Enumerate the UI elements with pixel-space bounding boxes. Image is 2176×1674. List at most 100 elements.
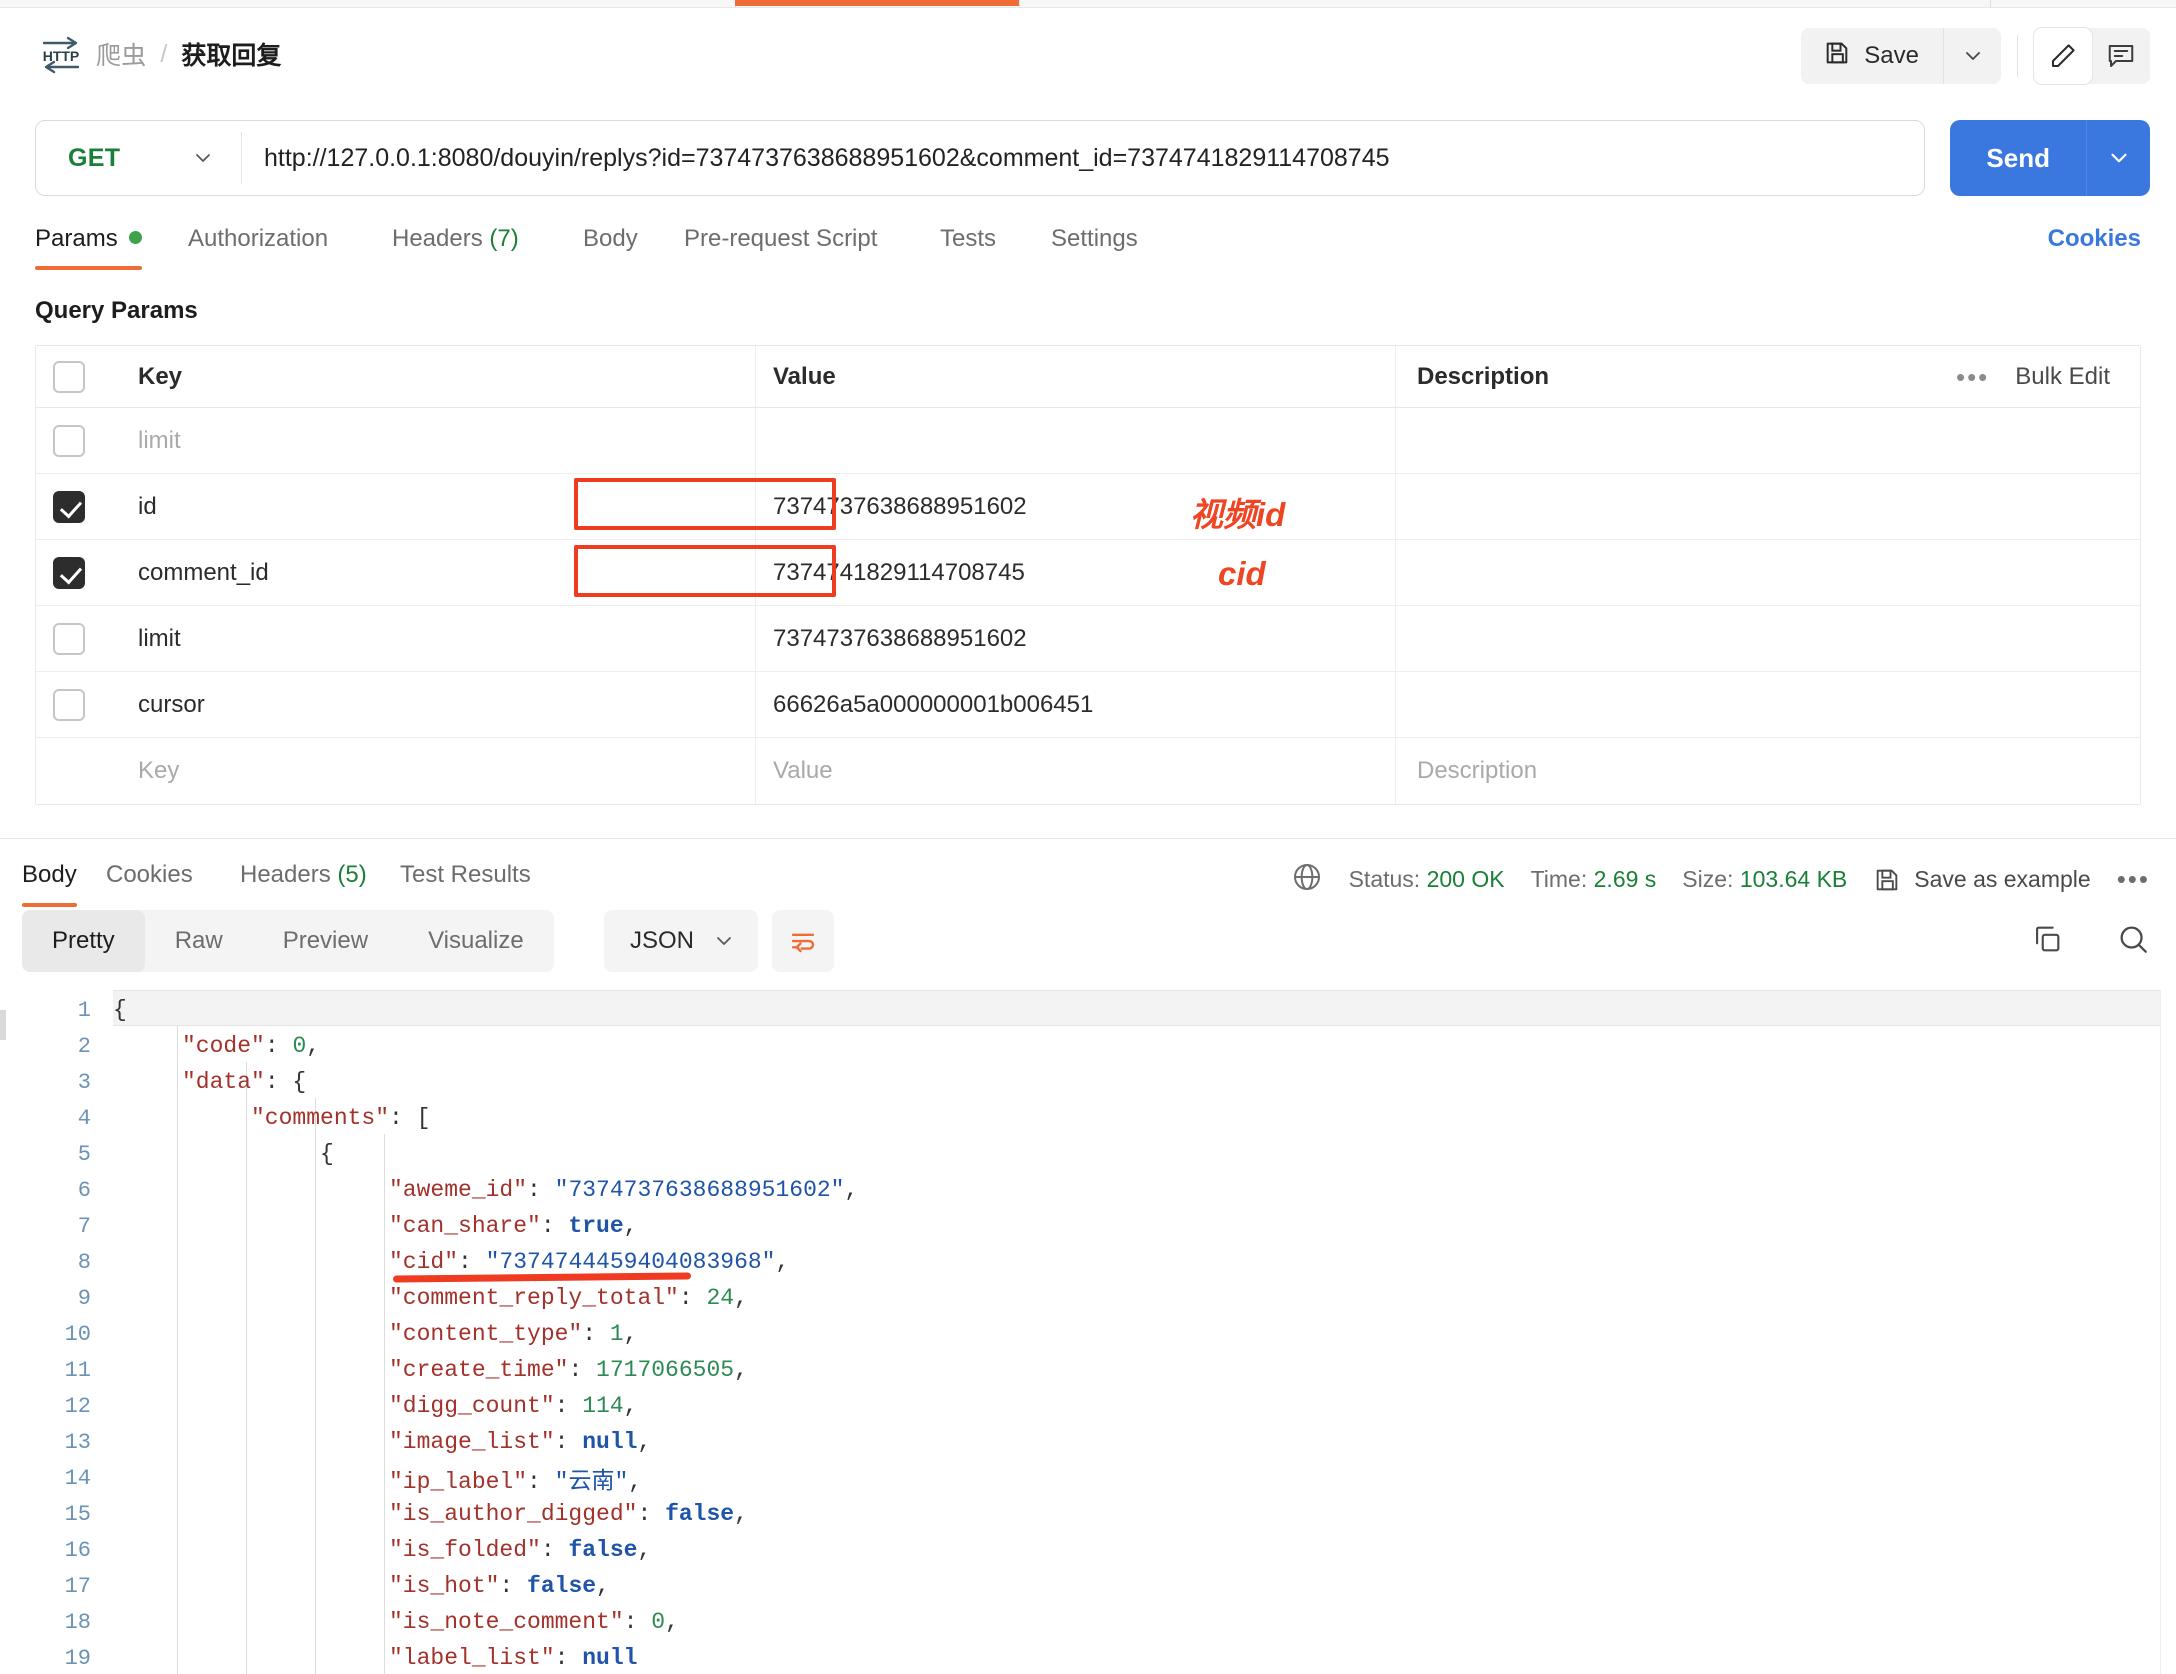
save-dropdown-button[interactable]: [1943, 28, 2001, 84]
row-checkbox[interactable]: [53, 688, 85, 721]
response-tab-active-underline: [22, 903, 77, 907]
tab-body[interactable]: Body: [583, 225, 638, 253]
response-more-options-icon[interactable]: •••: [2117, 864, 2150, 895]
code-scrollbar[interactable]: [2160, 990, 2176, 1674]
code-text: {: [113, 997, 127, 1023]
view-mode-raw[interactable]: Raw: [145, 910, 253, 972]
send-dropdown-button[interactable]: [2086, 120, 2150, 196]
tab-body-label: Body: [583, 225, 638, 252]
cookies-link[interactable]: Cookies: [2048, 225, 2141, 253]
url-input[interactable]: http://127.0.0.1:8080/douyin/replys?id=7…: [242, 121, 1924, 195]
response-tab-headers-count: (5): [337, 861, 367, 888]
param-key[interactable]: id: [102, 493, 755, 521]
tab-pre-request-script-label: Pre-request Script: [684, 225, 878, 252]
tab-headers-count: (7): [489, 225, 519, 252]
code-line: 4 "comments": [: [0, 1100, 2176, 1136]
breadcrumb-parent[interactable]: 爬虫: [96, 36, 146, 72]
line-number: 10: [64, 1321, 91, 1347]
bulk-edit-button[interactable]: Bulk Edit: [2015, 363, 2110, 391]
view-mode-segment: Pretty Raw Preview Visualize: [22, 910, 554, 972]
code-text: "comments": [: [251, 1105, 431, 1131]
edit-request-button[interactable]: [2034, 28, 2092, 84]
param-description[interactable]: [1395, 606, 2140, 671]
param-key[interactable]: limit: [102, 625, 755, 653]
view-mode-visualize[interactable]: Visualize: [398, 910, 554, 972]
method-label: GET: [68, 143, 121, 172]
header-actions: Save: [1801, 28, 2150, 84]
tab-active-underline: [35, 266, 142, 270]
row-checkbox[interactable]: [53, 622, 85, 655]
param-description[interactable]: [1395, 408, 2140, 473]
param-key[interactable]: limit: [102, 427, 755, 455]
format-selector[interactable]: JSON: [604, 910, 759, 972]
active-tab-indicator: [735, 0, 1019, 6]
tab-seam: [1019, 0, 1020, 8]
comments-button[interactable]: [2092, 28, 2150, 84]
tab-params[interactable]: Params: [35, 225, 142, 270]
view-mode-preview[interactable]: Preview: [253, 910, 398, 972]
header-icon-group: [2034, 28, 2150, 84]
select-all-checkbox[interactable]: [53, 360, 85, 393]
table-row: comment_id 7374741829114708745: [36, 540, 2140, 606]
code-text: "is_note_comment": 0,: [389, 1609, 679, 1635]
param-description[interactable]: [1395, 474, 2140, 539]
column-value: Value: [755, 346, 1395, 407]
query-params-table: Key Value Description ••• Bulk Edit limi…: [35, 345, 2141, 805]
send-button[interactable]: Send: [1950, 120, 2086, 196]
tab-headers[interactable]: Headers (7): [392, 225, 519, 253]
row-checkbox[interactable]: [53, 424, 85, 457]
response-body-code[interactable]: 1{2 "code": 0, 3 "data": {4 "comments": [5{6…: [0, 990, 2176, 1674]
param-description-placeholder[interactable]: Description: [1395, 738, 2140, 804]
view-mode-pretty[interactable]: Pretty: [22, 910, 145, 972]
annotation-video-id: 视频id: [1190, 496, 1286, 533]
line-number: 19: [64, 1645, 91, 1671]
word-wrap-button[interactable]: [772, 910, 834, 972]
tab-authorization[interactable]: Authorization: [188, 225, 328, 253]
url-bar: GET http://127.0.0.1:8080/douyin/replys?…: [35, 120, 1925, 196]
search-button[interactable]: [2116, 922, 2150, 961]
param-key[interactable]: comment_id: [102, 559, 755, 587]
code-text: {: [320, 1141, 334, 1167]
param-key-placeholder[interactable]: Key: [102, 757, 755, 785]
postman-window: HTTP 爬虫 / 获取回复 Save GET http://127.0.0.1…: [0, 0, 2176, 1674]
code-text: "is_folded": false,: [389, 1537, 652, 1563]
response-tab-cookies[interactable]: Cookies: [106, 861, 193, 889]
code-line: 3 "data": {: [0, 1064, 2176, 1100]
tab-tests[interactable]: Tests: [940, 225, 996, 253]
method-selector[interactable]: GET: [36, 121, 241, 195]
response-tab-test-results[interactable]: Test Results: [400, 861, 531, 889]
response-tab-headers[interactable]: Headers (5): [240, 861, 367, 889]
code-text: "aweme_id": "7374737638688951602",: [389, 1177, 859, 1203]
code-text: "label_list": null: [389, 1645, 638, 1671]
row-checkbox[interactable]: [53, 490, 85, 523]
response-tab-body[interactable]: Body: [22, 861, 77, 907]
tab-pre-request-script[interactable]: Pre-request Script: [684, 225, 877, 253]
param-key[interactable]: cursor: [102, 691, 755, 719]
time-text: Time: 2.69 s: [1530, 866, 1657, 892]
search-icon: [2120, 926, 2147, 953]
row-checkbox[interactable]: [53, 556, 85, 589]
code-text: "digg_count": 114,: [389, 1393, 638, 1419]
code-line: 12 "digg_count": 114,: [0, 1388, 2176, 1424]
line-number: 8: [77, 1249, 91, 1275]
param-value-placeholder[interactable]: Value: [755, 738, 1395, 804]
param-description[interactable]: [1395, 672, 2140, 737]
chevron-down-icon: [1965, 52, 1980, 60]
select-all-cell: [36, 360, 102, 393]
annotation-cid: cid: [1218, 555, 1266, 592]
tab-settings[interactable]: Settings: [1051, 225, 1138, 253]
param-value[interactable]: 7374737638688951602: [755, 474, 1395, 539]
params-modified-dot: [128, 231, 142, 244]
param-value[interactable]: 7374737638688951602: [755, 606, 1395, 671]
param-value[interactable]: 7374741829114708745: [755, 540, 1395, 605]
save-button[interactable]: Save: [1801, 28, 1943, 84]
param-value[interactable]: [755, 408, 1395, 473]
param-description[interactable]: [1395, 540, 2140, 605]
code-text: "data": {: [182, 1069, 307, 1095]
param-value[interactable]: 66626a5a000000001b006451: [755, 672, 1395, 737]
save-as-example-button[interactable]: Save as example: [1873, 866, 2091, 894]
more-options-icon[interactable]: •••: [1956, 362, 1989, 393]
copy-button[interactable]: [2030, 922, 2064, 961]
code-text: "ip_label": "云南",: [389, 1469, 643, 1495]
tab-headers-label: Headers: [392, 225, 483, 252]
